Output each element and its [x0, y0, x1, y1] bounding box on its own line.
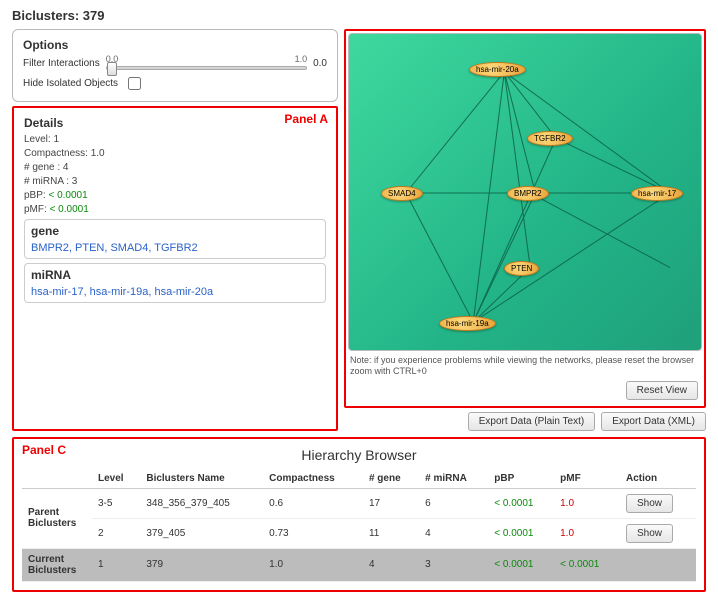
network-node[interactable]: TGFBR2 — [527, 131, 573, 146]
network-node[interactable]: hsa-mir-19a — [439, 316, 496, 331]
gene-section: gene BMPR2, PTEN, SMAD4, TGFBR2 — [24, 219, 326, 259]
network-node[interactable]: PTEN — [504, 261, 539, 276]
current-label: Current Biclusters — [22, 548, 92, 581]
hide-isolated-label: Hide Isolated Objects — [23, 78, 118, 89]
mirna-section: miRNA hsa-mir-17, hsa-mir-19a, hsa-mir-2… — [24, 263, 326, 303]
slider-tick-max: 1.0 — [295, 54, 308, 64]
th-name: Biclusters Name — [140, 469, 263, 489]
gene-title: gene — [31, 224, 319, 238]
show-button[interactable]: Show — [626, 524, 673, 543]
show-button[interactable]: Show — [626, 494, 673, 513]
reset-view-button[interactable]: Reset View — [626, 381, 698, 400]
page-title: Biclusters: 379 — [12, 8, 706, 23]
hierarchy-table: Level Biclusters Name Compactness # gene… — [22, 469, 696, 582]
th-pbp: pBP — [488, 469, 554, 489]
th-comp: Compactness — [263, 469, 363, 489]
mirna-title: miRNA — [31, 268, 319, 282]
gene-list[interactable]: BMPR2, PTEN, SMAD4, TGFBR2 — [31, 242, 319, 254]
parent-label: Parent Biclusters — [22, 488, 92, 548]
th-pmf: pMF — [554, 469, 620, 489]
network-node[interactable]: hsa-mir-17 — [631, 186, 683, 201]
table-row-current: Current Biclusters 1 379 1.0 4 3 < 0.000… — [22, 548, 696, 581]
th-nmirna: # miRNA — [419, 469, 488, 489]
details-ngene: # gene : 4 — [24, 162, 326, 173]
network-node[interactable]: hsa-mir-20a — [469, 62, 526, 77]
options-panel: Options Filter Interactions 0.0 1.0 0.0 … — [12, 29, 338, 102]
hide-isolated-checkbox[interactable] — [128, 77, 141, 90]
th-level: Level — [92, 469, 140, 489]
filter-slider[interactable]: 0.0 1.0 — [106, 56, 307, 70]
export-plain-button[interactable]: Export Data (Plain Text) — [468, 412, 595, 431]
network-node[interactable]: SMAD4 — [381, 186, 423, 201]
details-title: Details — [24, 116, 326, 130]
options-title: Options — [23, 38, 327, 52]
details-pmf: pMF: < 0.0001 — [24, 204, 326, 215]
details-pbp: pBP: < 0.0001 — [24, 190, 326, 201]
mirna-list[interactable]: hsa-mir-17, hsa-mir-19a, hsa-mir-20a — [31, 286, 319, 298]
details-level: Level: 1 — [24, 134, 326, 145]
slider-value: 0.0 — [313, 58, 327, 69]
table-row: Parent Biclusters 3-5 348_356_379_405 0.… — [22, 488, 696, 518]
hierarchy-title: Hierarchy Browser — [22, 447, 696, 463]
th-action: Action — [620, 469, 696, 489]
th-ngene: # gene — [363, 469, 419, 489]
details-compactness: Compactness: 1.0 — [24, 148, 326, 159]
network-note: Note: if you experience problems while v… — [350, 355, 700, 377]
table-row: 2 379_405 0.73 11 4 < 0.0001 1.0 Show — [22, 518, 696, 548]
network-node[interactable]: BMPR2 — [507, 186, 549, 201]
network-canvas[interactable]: hsa-mir-20a TGFBR2 SMAD4 BMPR2 hsa-mir-1… — [348, 33, 702, 351]
details-nmirna: # miRNA : 3 — [24, 176, 326, 187]
export-xml-button[interactable]: Export Data (XML) — [601, 412, 706, 431]
filter-label: Filter Interactions — [23, 58, 100, 69]
